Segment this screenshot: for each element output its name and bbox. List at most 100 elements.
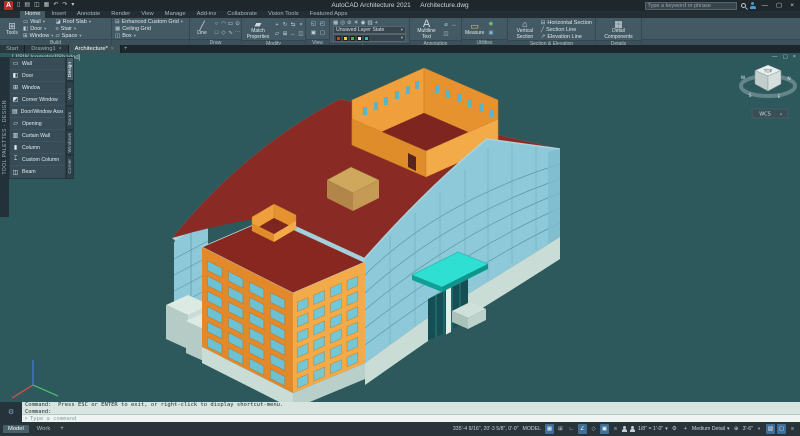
multiline-text-button[interactable]: A Multiline Text [413,19,440,40]
layout-tab-model[interactable]: Model [3,425,29,433]
command-input[interactable] [30,416,797,422]
restore-button[interactable]: ▢ [774,1,784,10]
palette-tab-windows[interactable]: Windows [66,130,74,154]
tab-view[interactable]: View [136,11,158,18]
palette-tab-design[interactable]: Design [66,57,74,81]
customize-menu-icon[interactable]: ≡ [788,424,797,434]
wcs-button[interactable]: WCS ▾ [752,109,788,118]
view-manager-icon[interactable]: ▣ [309,29,318,38]
undo-icon[interactable]: ↶ [53,1,58,10]
chevron-down-icon[interactable]: ▾ [665,426,668,432]
horizontal-section-button[interactable]: ⊟Horizontal Section [541,20,592,26]
vertical-section-button[interactable]: ⌂ Vertical Section [511,19,539,40]
palette-item-door-window-assembly[interactable]: ▤Door/Window Assembly [10,106,65,118]
tab-render[interactable]: Render [106,11,135,18]
new-layout-button[interactable]: + [58,426,66,432]
copy-icon[interactable]: ◫ [297,30,305,39]
close-icon[interactable]: × [793,54,796,60]
close-icon[interactable]: × [111,46,114,52]
add-scale-icon[interactable]: + [681,424,690,434]
minimize-button[interactable]: — [760,1,771,10]
autoscale-icon[interactable] [630,425,636,433]
isodraft-toggle[interactable]: ◇ [589,424,598,434]
snap-toggle[interactable]: ⊞ [556,424,565,434]
palette-item-column[interactable]: ▮Column [10,142,65,154]
mirror-icon[interactable]: ⇆ [289,21,297,30]
file-tab-drawing1[interactable]: Drawing1× [25,45,68,53]
palette-item-wall[interactable]: ▭Wall [10,58,65,70]
stair-button[interactable]: ≡Stair▾ [55,26,91,32]
box-button[interactable]: ◫Box▾ [115,33,183,39]
stretch-icon[interactable]: ↔ [289,30,297,39]
ellipse-icon[interactable]: ◇ [220,29,227,38]
tab-addins[interactable]: Add-ins [192,11,222,18]
new-drawing-tab-button[interactable]: + [121,45,131,53]
ortho-toggle[interactable]: ∟ [567,424,576,434]
app-logo-icon[interactable]: A [4,1,13,10]
door-button[interactable]: ◧Door▾ [23,26,53,32]
close-icon[interactable]: × [59,46,62,52]
viewport-config-icon[interactable]: ◰ [318,20,327,29]
restore-icon[interactable]: ▢ [783,54,788,60]
roof-slab-button[interactable]: ◪Roof Slab▾ [55,19,91,25]
polar-toggle[interactable]: ∠ [578,424,587,434]
file-tab-start[interactable]: Start [0,45,25,53]
offset-icon[interactable]: ▱ [273,30,281,39]
plot-icon[interactable]: ▦ [44,1,50,10]
tab-insert[interactable]: Insert [46,11,71,18]
measure-button[interactable]: ▭ Measure [465,19,484,39]
display-configuration[interactable]: Medium Detail [692,426,725,432]
sign-in-icon[interactable] [750,2,756,9]
id-point-icon[interactable]: ◉ [486,20,495,29]
circle-icon[interactable]: ○ [213,20,220,29]
section-line-button[interactable]: ╱Section Line [541,27,592,33]
window-button[interactable]: ⊞Window▾ [23,33,53,39]
enhanced-custom-grid-button[interactable]: ⊟Enhanced Custom Grid▾ [115,19,183,25]
dimension-icon[interactable]: ⌀ [442,21,450,30]
arc-icon[interactable]: ◠ [220,20,227,29]
clean-screen-toggle[interactable]: ▢ [777,424,786,434]
leader-icon[interactable]: ↔ [450,21,458,30]
tab-home[interactable]: Home [20,11,45,18]
command-input-row[interactable]: › [22,415,800,422]
layer-dropdown[interactable]: ▾ [333,34,406,42]
qat-dropdown-icon[interactable]: ▾ [71,1,74,10]
tab-vision-tools[interactable]: Vision Tools [263,11,304,18]
quick-select-icon[interactable]: ▣ [486,29,495,38]
palette-item-door[interactable]: ◧Door [10,70,65,82]
layer-state-dropdown[interactable]: Unsaved Layer State ▾ [333,26,406,34]
qnew-icon[interactable]: ▯ [17,1,20,10]
global-cut-plane-icon[interactable]: ⊕ [732,424,741,434]
search-icon[interactable] [741,3,746,8]
search-input[interactable] [648,3,734,9]
minimize-icon[interactable]: — [772,54,778,60]
command-customize-icon[interactable]: ⚙ [0,402,22,422]
layout-tab-work[interactable]: Work [32,425,55,433]
point-icon[interactable]: ⊙ [234,20,241,29]
tab-collaborate[interactable]: Collaborate [222,11,262,18]
cut-plane-height[interactable]: 3'-6" [743,426,753,432]
workspace-gear-icon[interactable]: ⚙ [670,424,679,434]
palette-item-opening[interactable]: ▱Opening [10,118,65,130]
palette-item-window[interactable]: ⊞Window [10,82,65,94]
grid-toggle[interactable]: ▦ [545,424,554,434]
palette-item-custom-column[interactable]: ⌶Custom Column [10,154,65,166]
rotate-icon[interactable]: ↻ [281,21,289,30]
isolate-objects-toggle[interactable]: ◐ [755,424,764,434]
viewcube[interactable]: TOP N E S W [741,65,795,100]
elevation-line-button[interactable]: ↗Elevation Line [541,34,592,40]
table-icon[interactable]: ◫ [442,30,450,39]
palette-item-curtain-wall[interactable]: ▥Curtain Wall [10,130,65,142]
osnap-toggle[interactable]: ▣ [600,424,609,434]
tools-button[interactable]: ⊞ Tools [3,19,21,39]
lineweight-toggle[interactable]: ≡ [611,424,620,434]
polygon-icon[interactable]: □ [213,29,220,38]
ceiling-grid-button[interactable]: ▦Ceiling Grid [115,26,183,32]
line-button[interactable]: ╱ Line [193,19,211,39]
spline-icon[interactable]: ∿ [227,29,234,38]
palette-tab-corner[interactable]: Corner [66,155,74,179]
close-button[interactable]: × [788,1,796,10]
tool-palette-title-strip[interactable]: TOOL PALETTES - DESIGN [0,57,9,217]
match-properties-button[interactable]: ▰ Match Properties [245,19,271,40]
rectangle-icon[interactable]: ▭ [227,20,234,29]
